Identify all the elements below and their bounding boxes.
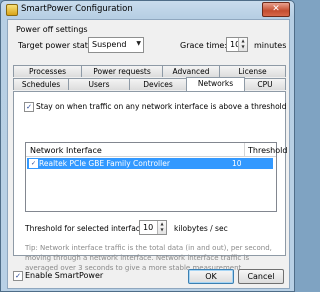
grace-time-unit: minutes bbox=[254, 41, 287, 50]
cancel-button[interactable]: Cancel bbox=[238, 269, 284, 284]
interface-name: Realtek PCIe GBE Family Controller bbox=[39, 159, 170, 168]
ok-button[interactable]: OK bbox=[188, 269, 234, 284]
title-bar[interactable]: SmartPower Configuration ✕ bbox=[1, 1, 294, 18]
tab-schedules[interactable]: Schedules bbox=[13, 78, 69, 90]
close-icon: ✕ bbox=[272, 4, 280, 14]
threshold-unit: kilobytes / sec bbox=[174, 224, 228, 233]
target-state-select[interactable]: Suspend ▼ bbox=[88, 37, 144, 53]
check-icon: ✓ bbox=[26, 103, 32, 111]
target-state-value: Suspend bbox=[92, 40, 127, 49]
tab-label: License bbox=[238, 67, 267, 76]
column-header-threshold[interactable]: Threshold bbox=[248, 146, 287, 155]
spinner-arrows-icon[interactable]: ▲ ▼ bbox=[157, 221, 166, 234]
tab-cpu[interactable]: CPU bbox=[244, 78, 286, 90]
grace-time-spinner[interactable]: 10 ▲ ▼ bbox=[226, 37, 248, 52]
tab-users[interactable]: Users bbox=[68, 78, 130, 90]
interface-threshold: 10 bbox=[232, 159, 242, 168]
power-off-section-label: Power off settings bbox=[16, 25, 88, 34]
enable-smartpower-checkbox[interactable]: ✓ bbox=[13, 271, 23, 281]
tab-label: Devices bbox=[143, 80, 173, 89]
target-state-label: Target power state: bbox=[18, 41, 96, 50]
stay-on-checkbox[interactable]: ✓ bbox=[24, 102, 34, 112]
tab-license[interactable]: License bbox=[219, 65, 286, 77]
grace-time-label: Grace time: bbox=[180, 41, 228, 50]
networks-panel: ✓ Stay on when traffic on any network in… bbox=[13, 91, 287, 272]
tab-label: Networks bbox=[197, 79, 234, 88]
enable-smartpower-label: Enable SmartPower bbox=[25, 271, 104, 280]
tab-label: Processes bbox=[29, 67, 66, 76]
list-header: Network Interface Threshold bbox=[26, 143, 287, 157]
tab-label: Power requests bbox=[93, 67, 151, 76]
threshold-label: Threshold for selected interface: bbox=[25, 224, 148, 233]
tab-label: Schedules bbox=[21, 80, 61, 89]
dialog-body: Power off settings Target power state: S… bbox=[7, 19, 290, 289]
tab-networks[interactable]: Networks bbox=[186, 77, 245, 91]
ok-label: OK bbox=[205, 272, 217, 281]
tab-label: Advanced bbox=[172, 67, 210, 76]
row-checkbox[interactable]: ✓ bbox=[29, 159, 38, 168]
tab-advanced[interactable]: Advanced bbox=[162, 65, 220, 77]
tab-label: Users bbox=[88, 80, 110, 89]
tab-label: CPU bbox=[257, 80, 273, 89]
column-separator[interactable] bbox=[244, 143, 245, 156]
spinner-arrows-icon[interactable]: ▲ ▼ bbox=[238, 38, 247, 51]
cancel-label: Cancel bbox=[247, 272, 275, 281]
tab-power-requests[interactable]: Power requests bbox=[81, 65, 163, 77]
app-icon bbox=[6, 4, 18, 16]
stay-on-label: Stay on when traffic on any network inte… bbox=[36, 102, 287, 111]
app-window: SmartPower Configuration ✕ Power off set… bbox=[0, 0, 295, 292]
table-row[interactable]: ✓ Realtek PCIe GBE Family Controller 10 bbox=[27, 158, 273, 169]
threshold-value: 10 bbox=[143, 223, 154, 232]
network-interface-list[interactable]: Network Interface Threshold ✓ Realtek PC… bbox=[25, 142, 287, 212]
window-title: SmartPower Configuration bbox=[21, 4, 133, 14]
threshold-spinner[interactable]: 10 ▲ ▼ bbox=[139, 220, 167, 235]
chevron-down-icon: ▼ bbox=[136, 40, 141, 47]
tab-devices[interactable]: Devices bbox=[129, 78, 187, 90]
close-button[interactable]: ✕ bbox=[262, 2, 290, 17]
column-header-interface[interactable]: Network Interface bbox=[30, 146, 102, 155]
tab-processes[interactable]: Processes bbox=[13, 65, 82, 77]
check-icon: ✓ bbox=[15, 272, 21, 280]
